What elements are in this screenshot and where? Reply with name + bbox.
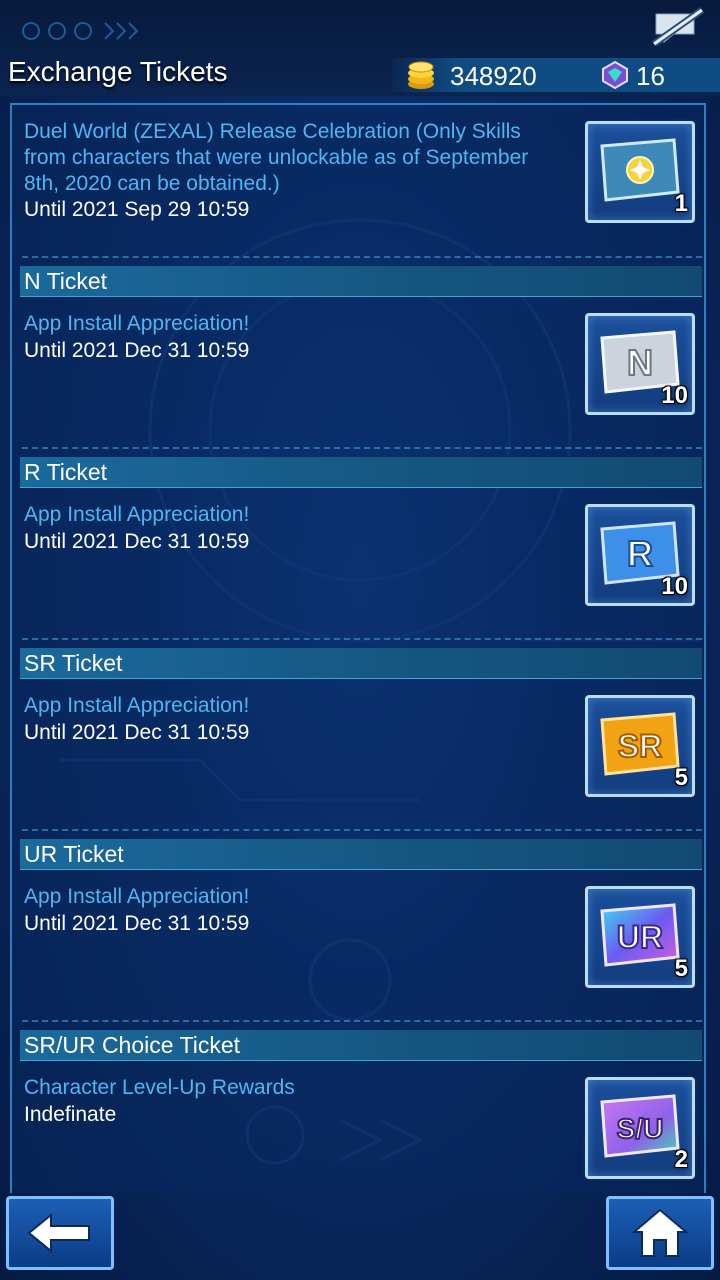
event-name: App Install Appreciation! bbox=[24, 503, 250, 526]
event-ticket-icon bbox=[600, 138, 680, 202]
sr-ticket-icon: SR bbox=[600, 712, 680, 776]
ticket-button-choice[interactable]: S/U 2 bbox=[585, 1077, 695, 1179]
event-until: Until 2021 Sep 29 10:59 bbox=[24, 198, 250, 221]
ticket-count: 10 bbox=[661, 573, 688, 600]
event-until: Until 2021 Dec 31 10:59 bbox=[24, 339, 250, 362]
ticket-count: 10 bbox=[661, 382, 688, 409]
section-title: R Ticket bbox=[24, 459, 108, 485]
chat-off-icon[interactable] bbox=[650, 6, 706, 46]
back-arrow-icon bbox=[27, 1213, 90, 1253]
gold-amount: 348920 bbox=[450, 61, 537, 91]
ticket-button-n[interactable]: N 10 bbox=[585, 313, 695, 415]
gem-amount: 16 bbox=[636, 61, 665, 91]
section-header-n-ticket: N Ticket bbox=[20, 266, 702, 297]
ticket-button-sr[interactable]: SR 5 bbox=[585, 695, 695, 797]
section-title: SR Ticket bbox=[24, 650, 123, 676]
event-name: Character Level-Up Rewards bbox=[24, 1076, 295, 1099]
ticket-label: SR bbox=[618, 728, 662, 764]
ticket-label: R bbox=[627, 533, 653, 574]
section-header-sr-ticket: SR Ticket bbox=[20, 648, 702, 679]
event-name: App Install Appreciation! bbox=[24, 694, 250, 717]
ticket-label: UR bbox=[617, 919, 663, 955]
home-icon bbox=[632, 1208, 688, 1257]
ticket-list[interactable]: Duel World (ZEXAL) Release Celebration (… bbox=[10, 103, 706, 1193]
home-button[interactable] bbox=[606, 1196, 714, 1270]
back-button[interactable] bbox=[6, 1196, 114, 1270]
su-ticket-icon: S/U bbox=[600, 1094, 680, 1158]
ticket-button-ur[interactable]: UR 5 bbox=[585, 886, 695, 988]
ticket-count: 1 bbox=[674, 190, 688, 217]
page-title: Exchange Tickets bbox=[8, 56, 228, 87]
gold-coins-icon bbox=[408, 61, 434, 89]
section-title: SR/UR Choice Ticket bbox=[24, 1032, 241, 1058]
ticket-count: 5 bbox=[674, 955, 688, 982]
section-header-choice-ticket: SR/UR Choice Ticket bbox=[20, 1030, 702, 1061]
event-until: Indefinate bbox=[24, 1103, 117, 1126]
event-name: App Install Appreciation! bbox=[24, 312, 250, 335]
section-title: N Ticket bbox=[24, 268, 108, 294]
top-decoration-icon bbox=[22, 22, 139, 40]
divider bbox=[22, 829, 702, 831]
ticket-count: 5 bbox=[674, 764, 688, 791]
ur-ticket-icon: UR bbox=[600, 903, 680, 967]
currency-bar bbox=[392, 58, 720, 92]
divider bbox=[22, 1020, 702, 1022]
divider bbox=[22, 256, 702, 258]
event-name: App Install Appreciation! bbox=[24, 885, 250, 908]
divider bbox=[22, 447, 702, 449]
divider bbox=[22, 638, 702, 640]
section-header-r-ticket: R Ticket bbox=[20, 457, 702, 488]
ticket-count: 2 bbox=[674, 1146, 688, 1173]
section-header-ur-ticket: UR Ticket bbox=[20, 839, 702, 870]
ticket-button-r[interactable]: R 10 bbox=[585, 504, 695, 606]
gem-icon bbox=[602, 60, 628, 90]
ticket-label: N bbox=[627, 342, 653, 383]
section-title: UR Ticket bbox=[24, 841, 124, 867]
event-name: Duel World (ZEXAL) Release Celebration (… bbox=[24, 120, 529, 195]
event-until: Until 2021 Dec 31 10:59 bbox=[24, 912, 250, 935]
ticket-button-event[interactable]: 1 bbox=[585, 121, 695, 223]
event-until: Until 2021 Dec 31 10:59 bbox=[24, 721, 250, 744]
ticket-label: S/U bbox=[617, 1113, 664, 1144]
event-until: Until 2021 Dec 31 10:59 bbox=[24, 530, 250, 553]
